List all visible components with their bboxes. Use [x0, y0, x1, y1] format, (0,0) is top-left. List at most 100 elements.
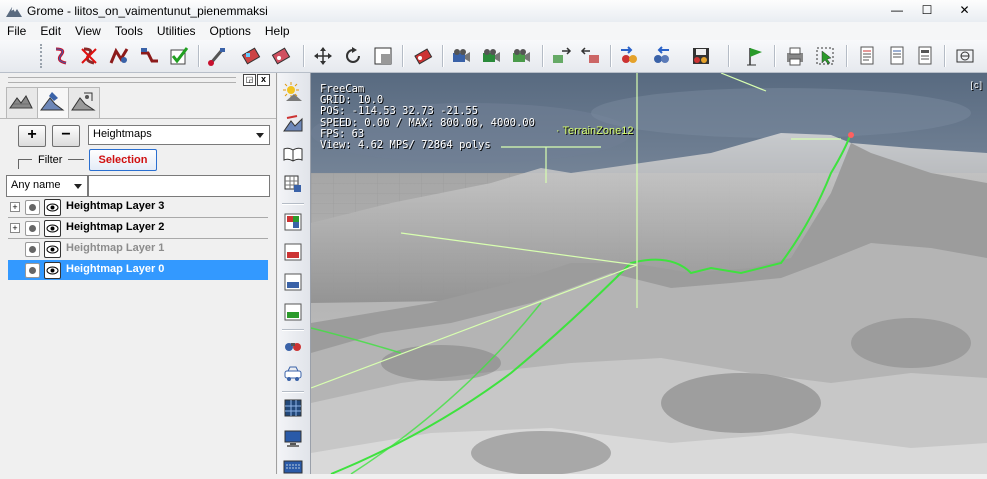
camera-c-icon[interactable] — [510, 45, 532, 67]
panel-header: ◲ x — [0, 73, 276, 87]
flag-icon[interactable] — [744, 45, 766, 67]
terrain-viewport[interactable]: FreeCam GRID: 10.0 POS: -114.53 32.73 -2… — [311, 73, 987, 474]
menu-options[interactable]: Options — [203, 22, 258, 40]
smooth-brush-icon[interactable] — [108, 45, 130, 67]
object-tool-icon[interactable] — [412, 45, 434, 67]
add-layer-icon: + — [27, 126, 37, 143]
layer-row-3[interactable]: + Heightmap Layer 3 — [8, 197, 268, 217]
hud-view-stats: View: 4.62 MPS/ 72864 polys — [320, 139, 491, 152]
remove-layer-button[interactable]: − — [52, 125, 80, 147]
eye-icon[interactable] — [44, 241, 61, 258]
panel-pin-button[interactable]: ◲ — [243, 74, 256, 86]
import-icon[interactable] — [550, 45, 572, 67]
fullscreen-icon[interactable] — [954, 45, 976, 67]
layer-row-0[interactable]: Heightmap Layer 0 — [8, 260, 268, 280]
tab-terrain[interactable] — [6, 87, 38, 118]
select-icon[interactable] — [814, 45, 836, 67]
menu-utilities[interactable]: Utilities — [150, 22, 203, 40]
heightmap-tool-icon[interactable] — [282, 113, 304, 135]
zone-out-icon[interactable] — [650, 45, 672, 67]
camera-a-icon[interactable] — [450, 45, 472, 67]
eye-icon[interactable] — [44, 199, 61, 216]
apply-brush-icon[interactable] — [168, 45, 190, 67]
window-title: Grome - liitos_on_vaimentunut_pienemmaks… — [27, 4, 268, 18]
visibility-dot-icon[interactable] — [25, 200, 40, 215]
colors-a-icon[interactable] — [282, 211, 304, 233]
hud-position: POS: -114.53 32.73 -21.55 — [320, 105, 479, 118]
name-filter-value: Any name — [11, 179, 61, 191]
doc-b-icon[interactable] — [886, 45, 908, 67]
window-grid-icon[interactable] — [282, 397, 304, 419]
keyboard-icon[interactable] — [282, 457, 304, 479]
sculpt-brush-icon[interactable] — [50, 45, 72, 67]
layer-type-value: Heightmaps — [93, 128, 152, 140]
layer-name: Heightmap Layer 1 — [66, 242, 165, 254]
visibility-dot-icon[interactable] — [25, 263, 40, 278]
vehicle-icon[interactable] — [282, 363, 304, 385]
camera-b-icon[interactable] — [480, 45, 502, 67]
filter-label: Filter — [38, 154, 63, 166]
terrain-tab-icon — [9, 95, 33, 109]
maximize-button[interactable]: ☐ — [912, 0, 942, 20]
title-bar: Grome - liitos_on_vaimentunut_pienemmaks… — [0, 0, 987, 23]
layer-row-2[interactable]: + Heightmap Layer 2 — [8, 218, 268, 238]
minimize-button[interactable]: — — [882, 0, 912, 20]
main-toolbar — [0, 40, 987, 73]
scale-icon[interactable] — [372, 45, 394, 67]
grid-tool-icon[interactable] — [282, 173, 304, 195]
toolbar-grip[interactable] — [40, 44, 45, 68]
tab-paint[interactable] — [37, 87, 69, 119]
expand-icon[interactable]: + — [10, 223, 20, 233]
viewport-corner-label[interactable]: [c] — [970, 80, 983, 90]
texture-brush-icon[interactable] — [240, 45, 262, 67]
visibility-dot-icon[interactable] — [25, 221, 40, 236]
paint-tab-icon — [40, 92, 65, 111]
chevron-down-icon — [71, 178, 85, 194]
doc-c-icon[interactable] — [914, 45, 936, 67]
layer-row-1[interactable]: Heightmap Layer 1 — [8, 239, 268, 259]
tab-objects[interactable] — [68, 87, 100, 118]
print-icon[interactable] — [784, 45, 806, 67]
terrain-zone-label[interactable]: · TerrainZone12 — [556, 125, 633, 137]
export-icon[interactable] — [580, 45, 602, 67]
menu-help[interactable]: Help — [258, 22, 297, 40]
save-disk-icon[interactable] — [690, 45, 712, 67]
search-binoculars-icon[interactable] — [282, 335, 304, 357]
paint-brush-icon[interactable] — [206, 45, 228, 67]
name-filter-select[interactable]: Any name — [6, 175, 88, 197]
minimize-icon: — — [891, 3, 903, 17]
flatten-brush-icon[interactable] — [138, 45, 160, 67]
remove-layer-icon: − — [61, 126, 71, 143]
layer-type-select[interactable]: Heightmaps — [88, 125, 270, 145]
open-book-icon[interactable] — [282, 143, 304, 165]
menu-file[interactable]: File — [0, 22, 33, 40]
menu-view[interactable]: View — [68, 22, 108, 40]
sun-light-icon[interactable] — [282, 81, 304, 103]
erase-brush-icon[interactable] — [78, 45, 100, 67]
menu-edit[interactable]: Edit — [33, 22, 68, 40]
panel-close-button[interactable]: x — [257, 74, 270, 86]
colors-d-icon[interactable] — [282, 301, 304, 323]
eye-icon[interactable] — [44, 220, 61, 237]
colors-c-icon[interactable] — [282, 271, 304, 293]
menu-tools[interactable]: Tools — [108, 22, 150, 40]
doc-a-icon[interactable] — [856, 45, 878, 67]
camera-hud: FreeCam GRID: 10.0 POS: -114.53 32.73 -2… — [320, 83, 535, 152]
add-layer-button[interactable]: + — [18, 125, 46, 147]
expand-icon[interactable]: + — [10, 202, 20, 212]
eye-icon[interactable] — [44, 262, 61, 279]
visibility-dot-icon[interactable] — [25, 242, 40, 257]
colors-b-icon[interactable] — [282, 241, 304, 263]
close-button[interactable]: ✕ — [942, 0, 987, 20]
layer-name: Heightmap Layer 0 — [66, 263, 165, 275]
detail-brush-icon[interactable] — [270, 45, 292, 67]
zone-in-icon[interactable] — [618, 45, 640, 67]
name-search-input[interactable] — [88, 175, 270, 197]
selection-filter-button[interactable]: Selection — [89, 149, 157, 171]
layers-panel: ◲ x + − Heightmaps Filter Selection Any … — [0, 73, 277, 474]
menu-bar: File Edit View Tools Utilities Options H… — [0, 22, 987, 40]
maximize-icon: ☐ — [921, 3, 933, 17]
move-icon[interactable] — [312, 45, 334, 67]
rotate-icon[interactable] — [342, 45, 364, 67]
monitor-icon[interactable] — [282, 427, 304, 449]
